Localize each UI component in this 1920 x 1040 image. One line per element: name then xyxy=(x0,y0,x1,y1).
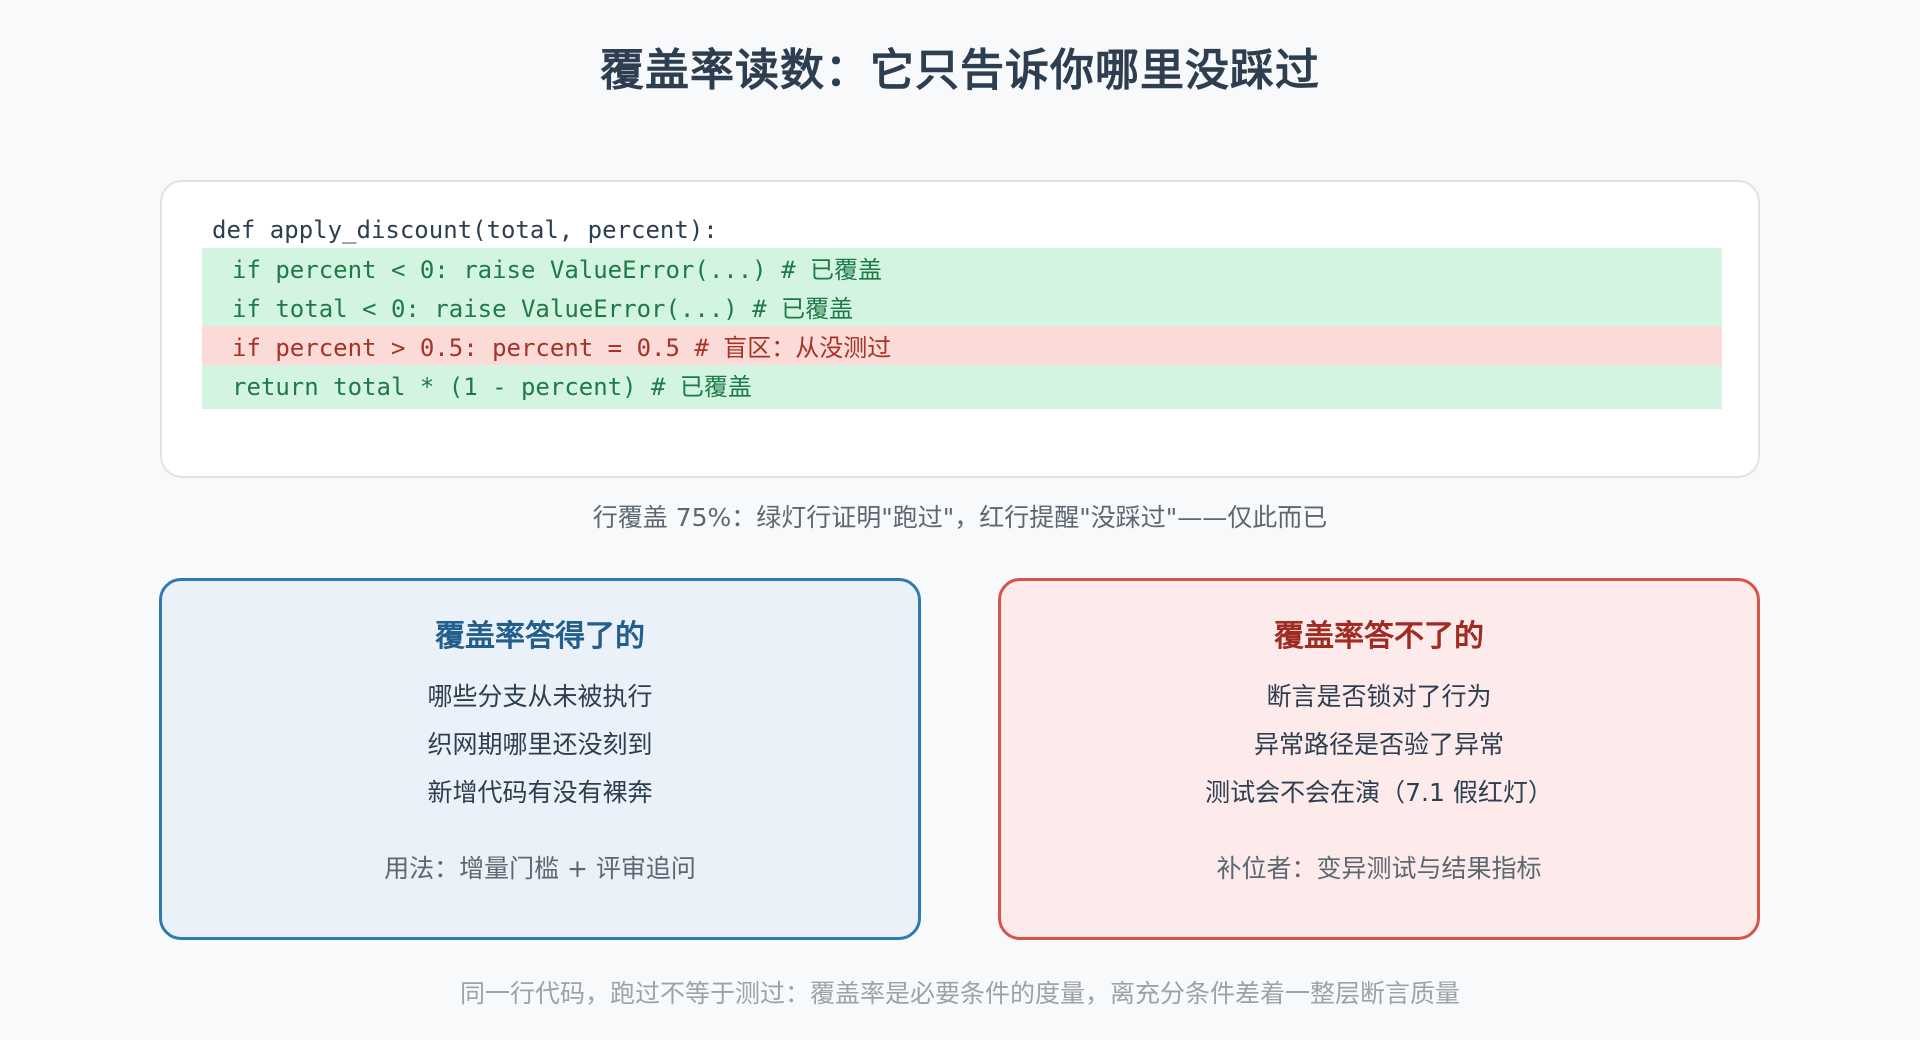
cannot-answer-substitute-note: 补位者：变异测试与结果指标 xyxy=(1216,854,1542,883)
code-line-4: return total * (1 - percent) # 已覆盖 xyxy=(202,365,1722,409)
cannot-answer-title: 覆盖率答不了的 xyxy=(1274,619,1484,654)
cannot-answer-list: 断言是否锁对了行为 异常路径是否验了异常 测试会不会在演（7.1 假红灯） xyxy=(1001,673,1757,817)
can-answer-usage-note: 用法：增量门槛 + 评审追问 xyxy=(384,854,696,883)
can-answer-title: 覆盖率答得了的 xyxy=(435,619,645,654)
list-item: 异常路径是否验了异常 xyxy=(1253,730,1504,759)
code-line-2: if total < 0: raise ValueError(...) # 已覆… xyxy=(202,287,1722,331)
page-title: 覆盖率读数：它只告诉你哪里没踩过 xyxy=(600,45,1320,96)
coverage-caption: 行覆盖 75%：绿灯行证明"跑过"，红行提醒"没踩过"——仅此而已 xyxy=(592,503,1328,532)
cannot-answer-panel: 覆盖率答不了的 断言是否锁对了行为 异常路径是否验了异常 测试会不会在演（7.1… xyxy=(998,578,1760,940)
code-line-3: if percent > 0.5: percent = 0.5 # 盲区：从没测… xyxy=(202,326,1722,370)
code-line-1: if percent < 0: raise ValueError(...) # … xyxy=(202,248,1722,292)
code-function-signature: def apply_discount(total, percent): xyxy=(212,216,718,244)
list-item: 断言是否锁对了行为 xyxy=(1266,682,1492,711)
code-coverage-card: def apply_discount(total, percent): if p… xyxy=(160,180,1760,478)
list-item: 测试会不会在演（7.1 假红灯） xyxy=(1205,778,1553,807)
list-item: 织网期哪里还没刻到 xyxy=(427,730,653,759)
list-item: 新增代码有没有裸奔 xyxy=(427,778,653,807)
page: 覆盖率读数：它只告诉你哪里没踩过 def apply_discount(tota… xyxy=(0,0,1920,1040)
list-item: 哪些分支从未被执行 xyxy=(427,682,653,711)
can-answer-panel: 覆盖率答得了的 哪些分支从未被执行 织网期哪里还没刻到 新增代码有没有裸奔 用法… xyxy=(159,578,921,940)
can-answer-list: 哪些分支从未被执行 织网期哪里还没刻到 新增代码有没有裸奔 xyxy=(162,673,918,817)
footer-summary: 同一行代码，跑过不等于测过：覆盖率是必要条件的度量，离充分条件差着一整层断言质量 xyxy=(459,979,1460,1008)
